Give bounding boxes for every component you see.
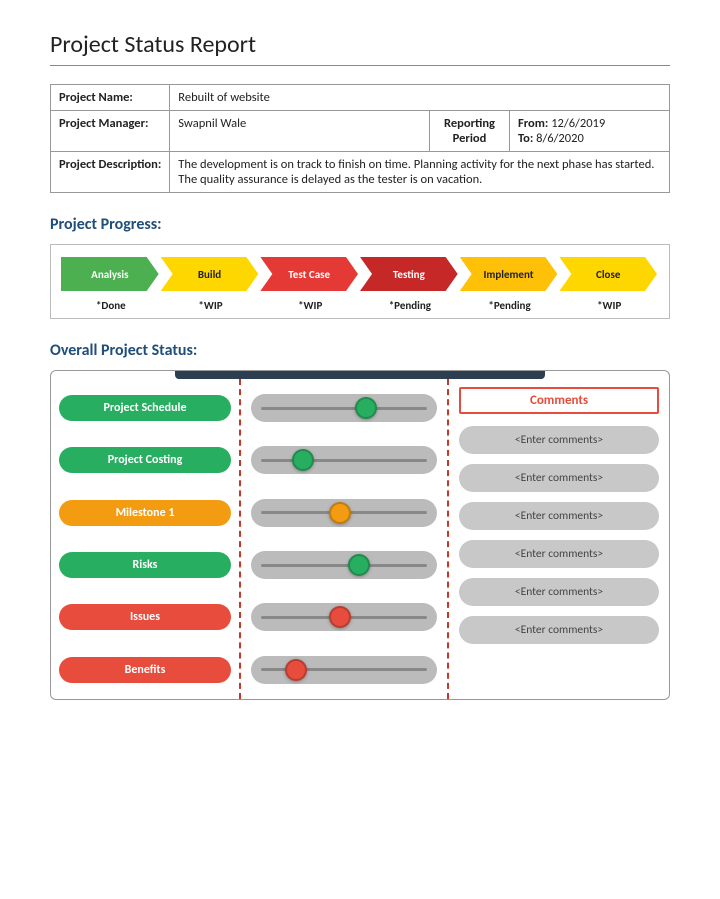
status-label-0: Project Schedule (59, 395, 231, 421)
comments-header: Comments (459, 387, 659, 414)
project-name-label: Project Name: (51, 85, 170, 111)
arrow-item-0: Analysis (61, 257, 159, 291)
from-value: 12/6/2019 (551, 116, 605, 131)
comment-pill-0[interactable]: <Enter comments> (459, 426, 659, 454)
status-top-bar (175, 371, 546, 379)
progress-container: AnalysisBuildTest CaseTestingImplementCl… (50, 244, 670, 319)
description-label: Project Description: (51, 152, 170, 193)
status-box: Project Schedule Project Costing Milestone… (50, 370, 670, 700)
slider-track-0[interactable] (251, 394, 437, 422)
comment-pill-5[interactable]: <Enter comments> (459, 616, 659, 644)
arrow-item-4: Implement (460, 257, 558, 291)
status-label-1: Project Costing (59, 447, 231, 473)
slider-track-3[interactable] (251, 551, 437, 579)
status-comments-col: Comments <Enter comments> <Enter comments… (449, 379, 669, 699)
comment-pill-4[interactable]: <Enter comments> (459, 578, 659, 606)
status-label-4: Issues (59, 604, 231, 630)
slider-dot-2 (329, 502, 351, 524)
arrow-label-1: *WIP (161, 299, 261, 312)
project-manager-label: Project Manager: (51, 111, 170, 152)
overall-status-title: Overall Project Status: (50, 341, 670, 360)
arrow-item-5: Close (559, 257, 657, 291)
status-sliders-col (241, 379, 449, 699)
title-divider (50, 65, 670, 66)
from-label: From: (518, 116, 548, 131)
slider-dot-5 (285, 659, 307, 681)
reporting-period-label: Reporting Period (430, 111, 510, 152)
project-name-value: Rebuilt of website (170, 85, 670, 111)
status-label-3: Risks (59, 552, 231, 578)
to-label: To: (518, 131, 533, 146)
slider-track-1[interactable] (251, 446, 437, 474)
status-body: Project Schedule Project Costing Milestone… (51, 379, 669, 699)
comment-pill-3[interactable]: <Enter comments> (459, 540, 659, 568)
arrow-label-0: *Done (61, 299, 161, 312)
arrow-item-3: Testing (360, 257, 458, 291)
arrow-label-5: *WIP (559, 299, 659, 312)
arrow-item-2: Test Case (260, 257, 358, 291)
slider-track-5[interactable] (251, 656, 437, 684)
project-manager-value: Swapnil Wale (170, 111, 430, 152)
info-table: Project Name: Rebuilt of website Project… (50, 84, 670, 193)
slider-track-2[interactable] (251, 499, 437, 527)
comment-pill-2[interactable]: <Enter comments> (459, 502, 659, 530)
arrow-label-2: *WIP (260, 299, 360, 312)
page-title: Project Status Report (50, 30, 670, 59)
slider-track-4[interactable] (251, 603, 437, 631)
arrow-label-3: *Pending (360, 299, 460, 312)
arrows-row: AnalysisBuildTest CaseTestingImplementCl… (61, 257, 659, 291)
reporting-period-values: From: 12/6/2019 To: 8/6/2020 (510, 111, 670, 152)
progress-section-title: Project Progress: (50, 215, 670, 234)
arrow-label-4: *Pending (460, 299, 560, 312)
slider-dot-4 (329, 606, 351, 628)
status-label-2: Milestone 1 (59, 500, 231, 526)
to-value: 8/6/2020 (536, 131, 584, 146)
slider-dot-3 (348, 554, 370, 576)
comment-pill-1[interactable]: <Enter comments> (459, 464, 659, 492)
description-value: The development is on track to finish on… (170, 152, 670, 193)
status-labels-col: Project Schedule Project Costing Milestone… (51, 379, 241, 699)
slider-dot-0 (355, 397, 377, 419)
status-label-5: Benefits (59, 657, 231, 683)
slider-dot-1 (292, 449, 314, 471)
arrow-item-1: Build (161, 257, 259, 291)
labels-row: *Done*WIP*WIP*Pending*Pending*WIP (61, 299, 659, 312)
